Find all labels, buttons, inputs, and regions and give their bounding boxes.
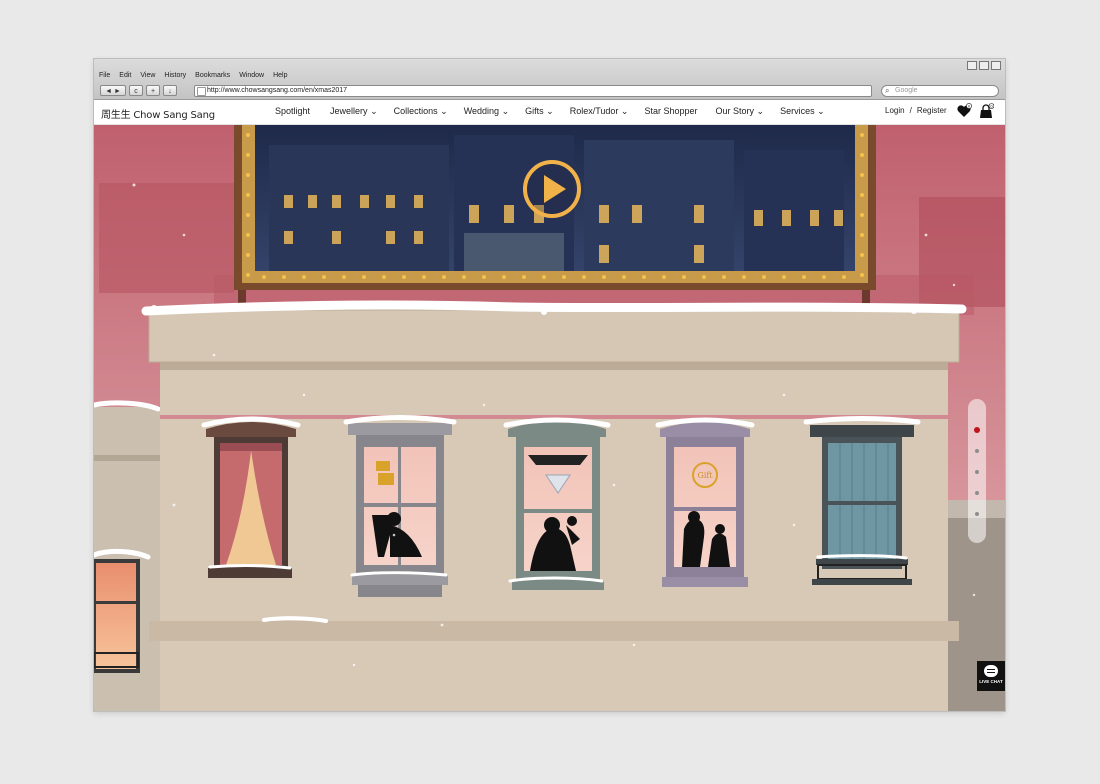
link-separator: / — [909, 106, 912, 115]
menu-bar: File Edit View History Bookmarks Window … — [99, 72, 288, 79]
browser-chrome: File Edit View History Bookmarks Window … — [94, 59, 1005, 100]
pager-dot[interactable] — [975, 491, 979, 495]
nav-star-shopper[interactable]: Star Shopper — [644, 106, 697, 117]
chevron-down-icon: ⌄ — [501, 106, 510, 116]
nav-collections[interactable]: Collections ⌄ — [394, 106, 448, 117]
site-header: 周生生 Chow Sang Sang Spotlight Jewellery ⌄… — [94, 100, 1005, 125]
window-couple: Gift — [655, 417, 755, 587]
reload-button[interactable]: c — [129, 85, 143, 96]
search-icon: ⌕ — [885, 86, 890, 95]
chevron-down-icon: ⌄ — [817, 106, 825, 116]
menu-view[interactable]: View — [140, 72, 155, 79]
browser-toolbar: ◄ ► c + ↓ — [100, 85, 177, 96]
pager-dot[interactable] — [975, 512, 979, 516]
window-mother-child — [503, 417, 611, 590]
nav-services[interactable]: Services ⌄ — [780, 106, 825, 117]
menu-bookmarks[interactable]: Bookmarks — [195, 72, 230, 79]
menu-window[interactable]: Window — [239, 72, 264, 79]
account-links: Login / Register — [885, 106, 947, 115]
window-blue — [803, 416, 921, 585]
scene-illustration: Gift — [94, 125, 1005, 711]
downloads-button[interactable]: ↓ — [163, 85, 177, 96]
register-link[interactable]: Register — [917, 106, 947, 115]
add-bookmark-button[interactable]: + — [146, 85, 160, 96]
nav-rolex-tudor[interactable]: Rolex/Tudor ⌄ — [570, 106, 629, 117]
chevron-down-icon: ⌄ — [440, 106, 448, 116]
close-icon[interactable] — [991, 61, 1001, 70]
shopping-bag-icon[interactable]: 0 — [978, 103, 994, 119]
chevron-down-icon: ⌄ — [546, 106, 554, 116]
pager-dot[interactable] — [975, 449, 979, 453]
nav-gifts[interactable]: Gifts ⌄ — [525, 106, 554, 117]
live-chat-label: LIVE CHAT — [979, 679, 1003, 684]
brand-logo[interactable]: 周生生 Chow Sang Sang — [101, 106, 215, 121]
section-pager — [968, 399, 986, 543]
live-chat-button[interactable]: LIVE CHAT — [977, 661, 1005, 691]
maximize-icon[interactable] — [979, 61, 989, 70]
chevron-down-icon: ⌄ — [620, 106, 629, 116]
menu-help[interactable]: Help — [273, 72, 287, 79]
play-icon[interactable] — [523, 160, 581, 218]
browser-window: File Edit View History Bookmarks Window … — [94, 59, 1005, 711]
chat-bubble-icon — [984, 665, 998, 677]
minimize-icon[interactable] — [967, 61, 977, 70]
back-forward-button[interactable]: ◄ ► — [100, 85, 126, 96]
chevron-down-icon: ⌄ — [370, 106, 378, 116]
nav-spotlight[interactable]: Spotlight — [275, 106, 310, 117]
main-nav: Spotlight Jewellery ⌄ Collections ⌄ Wedd… — [275, 106, 825, 117]
window-curtains — [201, 416, 301, 578]
menu-history[interactable]: History — [164, 72, 186, 79]
login-link[interactable]: Login — [885, 106, 905, 115]
pager-dot[interactable] — [974, 427, 980, 433]
wishlist-heart-icon[interactable]: 0 — [956, 103, 972, 119]
window-controls — [967, 61, 1001, 70]
nav-jewellery[interactable]: Jewellery ⌄ — [330, 106, 378, 117]
pager-dot[interactable] — [975, 470, 979, 474]
nav-wedding[interactable]: Wedding ⌄ — [464, 106, 509, 117]
favicon-icon — [197, 87, 206, 96]
menu-edit[interactable]: Edit — [119, 72, 131, 79]
chevron-down-icon: ⌄ — [756, 106, 765, 116]
search-placeholder: Google — [895, 87, 918, 94]
nav-our-story[interactable]: Our Story ⌄ — [716, 106, 765, 117]
window-girl-gifts — [343, 415, 457, 597]
address-bar[interactable]: http://www.chowsangsang.com/en/xmas2017 — [194, 85, 872, 97]
search-input[interactable]: ⌕ Google — [881, 85, 999, 97]
menu-file[interactable]: File — [99, 72, 110, 79]
window-sign-text: Gift — [697, 471, 713, 480]
bg-building — [99, 183, 234, 293]
url-text: http://www.chowsangsang.com/en/xmas2017 — [207, 87, 348, 94]
christmas-scene: Gift — [94, 125, 1005, 711]
